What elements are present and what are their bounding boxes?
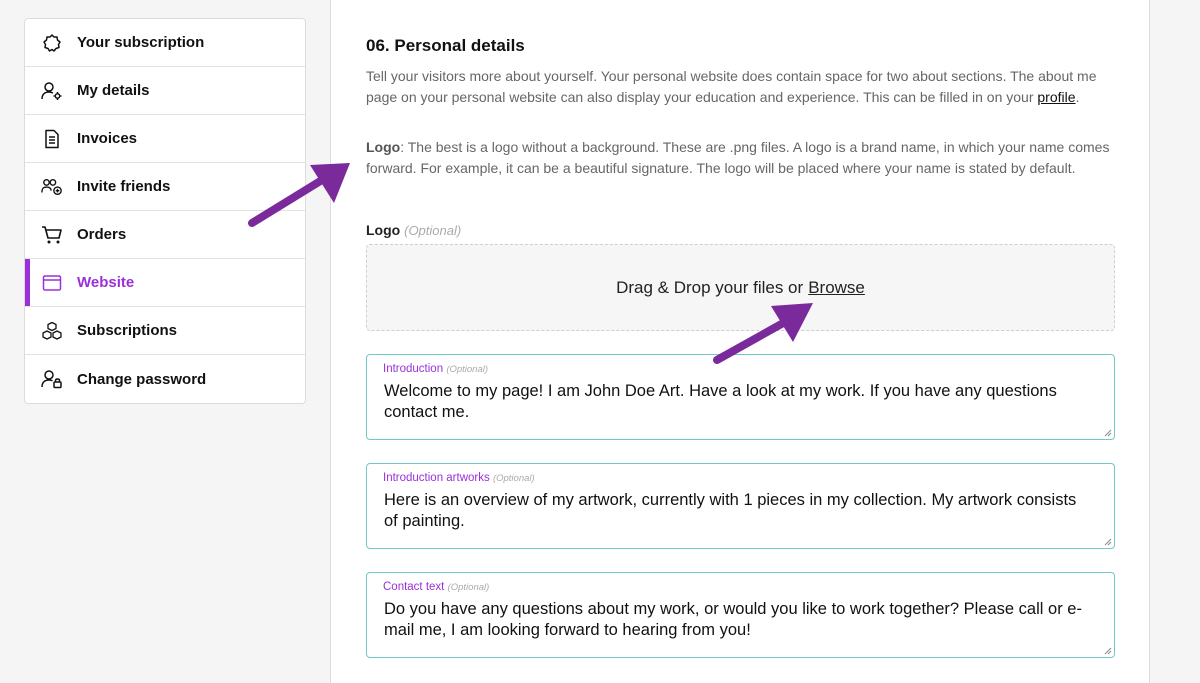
sidebar-item-my-details[interactable]: My details: [25, 67, 305, 115]
user-lock-icon: [41, 368, 63, 390]
intro-text: Tell your visitors more about yourself. …: [366, 68, 1097, 105]
optional-tag: (Optional): [492, 473, 535, 484]
sidebar-item-change-password[interactable]: Change password: [25, 355, 305, 403]
cart-icon: [41, 224, 63, 246]
resize-handle-icon[interactable]: [1103, 428, 1112, 437]
account-sidebar: Your subscription My details Invoices In…: [24, 18, 306, 404]
logo-label: Logo: [366, 222, 401, 238]
textarea-label: Introduction artworks (Optional): [383, 472, 535, 484]
sidebar-item-subscriptions[interactable]: Subscriptions: [25, 307, 305, 355]
sidebar-item-invoices[interactable]: Invoices: [25, 115, 305, 163]
sidebar-item-label: Your subscription: [77, 34, 205, 51]
resize-handle-icon[interactable]: [1103, 537, 1112, 546]
section-title: 06. Personal details: [366, 36, 525, 55]
sidebar-item-label: Subscriptions: [77, 322, 178, 339]
page-root: Your subscription My details Invoices In…: [0, 0, 1200, 683]
logo-dropzone[interactable]: Drag & Drop your files or Browse: [366, 244, 1115, 331]
sidebar-item-invite-friends[interactable]: Invite friends: [25, 163, 305, 211]
sidebar-item-label: Orders: [77, 226, 127, 243]
textarea-label: Introduction (Optional): [383, 363, 488, 375]
profile-link[interactable]: profile: [1037, 89, 1075, 105]
personal-details-card: 06. Personal details Tell your visitors …: [330, 0, 1150, 683]
section-intro: Tell your visitors more about yourself. …: [366, 66, 1111, 107]
sidebar-item-label: Invoices: [77, 130, 138, 147]
introduction-textarea[interactable]: Introduction (Optional) Welcome to my pa…: [366, 354, 1115, 440]
user-gear-icon: [41, 80, 63, 102]
introduction-artworks-value[interactable]: Here is an overview of my artwork, curre…: [384, 490, 1084, 532]
invoice-icon: [41, 128, 63, 150]
textarea-label: Contact text (Optional): [383, 581, 489, 593]
optional-tag: (Optional): [404, 223, 462, 238]
introduction-label: Introduction: [383, 363, 444, 375]
browse-link[interactable]: Browse: [808, 278, 865, 298]
optional-tag: (Optional): [446, 364, 489, 375]
logo-term: Logo: [366, 139, 401, 155]
logo-description: Logo: The best is a logo without a backg…: [366, 137, 1111, 178]
sidebar-item-label: Invite friends: [77, 178, 171, 195]
browser-window-icon: [41, 272, 63, 294]
sidebar-item-website[interactable]: Website: [25, 259, 305, 307]
users-plus-icon: [41, 176, 63, 198]
contact-text-label: Contact text: [383, 581, 445, 593]
sidebar-item-label: Website: [77, 274, 135, 291]
optional-tag: (Optional): [447, 582, 490, 593]
introduction-value[interactable]: Welcome to my page! I am John Doe Art. H…: [384, 381, 1084, 423]
introduction-artworks-textarea[interactable]: Introduction artworks (Optional) Here is…: [366, 463, 1115, 549]
contact-text-value[interactable]: Do you have any questions about my work,…: [384, 599, 1084, 641]
contact-text-textarea[interactable]: Contact text (Optional) Do you have any …: [366, 572, 1115, 658]
badge-icon: [41, 32, 63, 54]
sidebar-item-your-subscription[interactable]: Your subscription: [25, 19, 305, 67]
sidebar-item-label: My details: [77, 82, 150, 99]
logo-desc-text: : The best is a logo without a backgroun…: [366, 139, 1110, 176]
sidebar-item-orders[interactable]: Orders: [25, 211, 305, 259]
dropzone-text: Drag & Drop your files or: [616, 277, 804, 297]
intro-end: .: [1075, 88, 1080, 105]
resize-handle-icon[interactable]: [1103, 646, 1112, 655]
introduction-artworks-label: Introduction artworks: [383, 472, 490, 484]
cubes-icon: [41, 320, 63, 342]
logo-field-label: Logo (Optional): [366, 222, 461, 238]
sidebar-item-label: Change password: [77, 370, 207, 388]
